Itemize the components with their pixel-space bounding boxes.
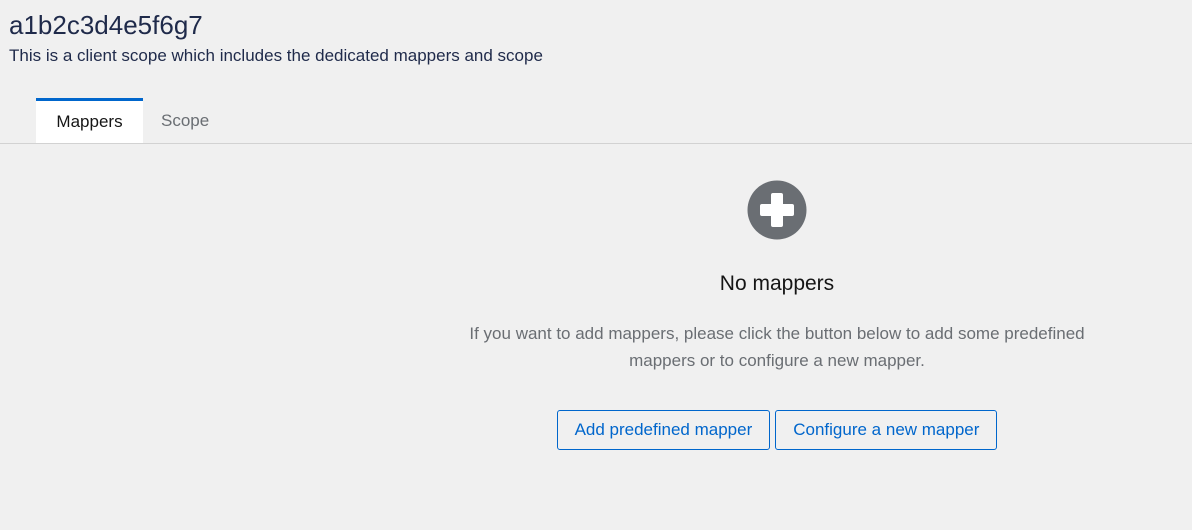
empty-state: No mappers If you want to add mappers, p… [438,180,1116,450]
page-subtitle: This is a client scope which includes th… [9,46,543,65]
empty-state-title: No mappers [719,272,835,295]
tab-scope[interactable]: Scope [143,98,227,143]
plus-circle-icon [747,180,807,240]
empty-state-body: If you want to add mappers, please click… [438,320,1116,374]
empty-state-body-line: mappers or to configure a new mapper. [629,351,925,370]
page: a1b2c3d4e5f6g7 This is a client scope wh… [0,0,1192,530]
tab-mappers[interactable]: Mappers [36,98,143,143]
tab-bar: Mappers Scope [0,98,1192,144]
add-predefined-mapper-button[interactable]: Add predefined mapper [556,410,771,450]
page-header: a1b2c3d4e5f6g7 This is a client scope wh… [9,9,543,67]
page-title: a1b2c3d4e5f6g7 [9,10,203,40]
configure-new-mapper-button[interactable]: Configure a new mapper [775,410,998,450]
empty-state-actions: Add predefined mapper Configure a new ma… [438,410,1116,450]
empty-state-body-line: If you want to add mappers, please click… [469,324,1085,343]
